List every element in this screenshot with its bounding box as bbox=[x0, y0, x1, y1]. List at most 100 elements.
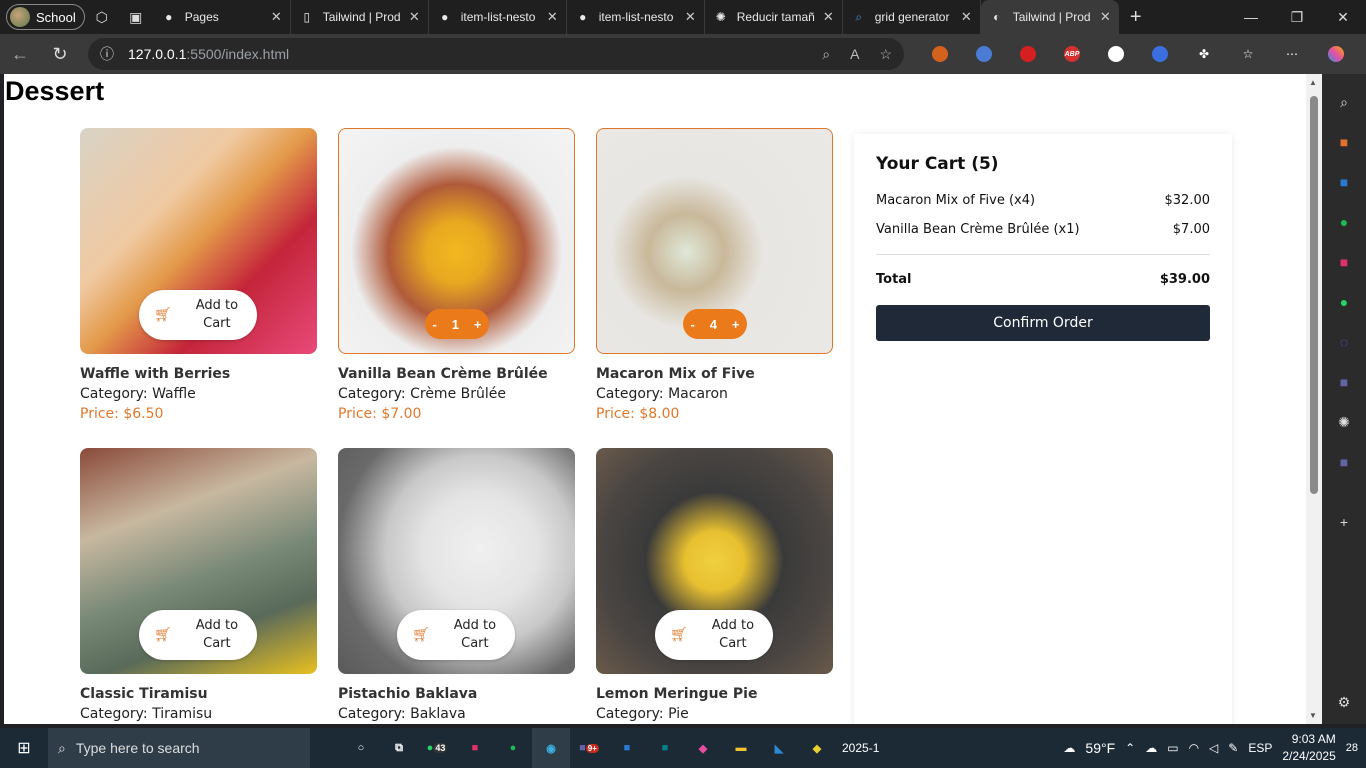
notification-badge[interactable]: 28 bbox=[1346, 742, 1358, 754]
windows-start-icon[interactable]: ⊞ bbox=[0, 738, 48, 758]
tab-actions-icon[interactable]: ▣ bbox=[119, 0, 153, 34]
address-bar[interactable]: ⓘ 127.0.0.1:5500/index.html ⌕ A ☆ bbox=[88, 38, 904, 70]
whatsapp-taskbar-icon[interactable]: ● 43 bbox=[418, 728, 456, 768]
page-scrollbar[interactable]: ▲ ▼ bbox=[1306, 74, 1322, 724]
tab-pages[interactable]: ● Pages ✕ bbox=[153, 0, 291, 34]
add-icon[interactable]: + bbox=[1329, 502, 1359, 542]
increment-button[interactable]: + bbox=[474, 317, 482, 332]
close-tab-icon[interactable]: ✕ bbox=[1100, 9, 1111, 25]
quantity-stepper[interactable]: - 4 + bbox=[683, 309, 747, 339]
read-aloud-icon[interactable]: A bbox=[850, 46, 859, 63]
add-to-cart-button[interactable]: 🛒︎ Add to Cart bbox=[139, 610, 257, 660]
close-tab-icon[interactable]: ✕ bbox=[547, 9, 558, 25]
search-icon[interactable]: ⌕ bbox=[1329, 82, 1359, 122]
onedrive-icon[interactable]: ☁ bbox=[1145, 741, 1157, 755]
file-explorer-icon[interactable]: ▬ bbox=[722, 728, 760, 768]
extension-3-icon[interactable] bbox=[1006, 38, 1050, 70]
add-to-cart-button[interactable]: 🛒︎ Add to Cart bbox=[139, 290, 257, 340]
whatsapp-icon[interactable]: ● bbox=[1329, 282, 1359, 322]
extension-icon[interactable]: ◌ bbox=[1329, 322, 1359, 362]
add-to-cart-button[interactable]: 🛒︎ Add to Cart bbox=[655, 610, 773, 660]
wifi-icon[interactable]: ◠ bbox=[1189, 741, 1199, 755]
extension-1-icon[interactable] bbox=[918, 38, 962, 70]
teams-icon[interactable]: ■ bbox=[1329, 442, 1359, 482]
cart-item: Macaron Mix of Five (x4) $32.00 bbox=[876, 193, 1210, 208]
tools-icon[interactable]: ■ bbox=[1329, 122, 1359, 162]
page-content: Dessert 🛒︎ Add to Cart Waffle with Berrie… bbox=[4, 74, 1306, 724]
git-icon[interactable]: ◆ bbox=[798, 728, 836, 768]
clock[interactable]: 9:03 AM 2/24/2025 bbox=[1282, 731, 1335, 765]
scroll-thumb[interactable] bbox=[1310, 96, 1318, 494]
minimize-icon[interactable]: — bbox=[1228, 9, 1274, 26]
workspaces-icon[interactable]: ⬡ bbox=[85, 0, 119, 34]
teams-taskbar-icon[interactable]: ■ 9+ bbox=[570, 728, 608, 768]
scroll-up-icon[interactable]: ▲ bbox=[1309, 78, 1317, 87]
vscode-icon[interactable]: ◣ bbox=[760, 728, 798, 768]
tab-grid-generator[interactable]: ⌕ grid generator ✕ bbox=[843, 0, 981, 34]
decrement-button[interactable]: - bbox=[432, 317, 436, 332]
back-icon[interactable]: ← bbox=[0, 44, 40, 65]
close-tab-icon[interactable]: ✕ bbox=[961, 9, 972, 25]
battery-icon[interactable]: ▭ bbox=[1167, 741, 1178, 755]
windows-taskbar: ⊞ ⌕ Type here to search ○ ⧉ ● 43 ■ ● ◉ ■ 9… bbox=[0, 728, 1366, 768]
copilot-taskbar-icon[interactable]: ◆ bbox=[684, 728, 722, 768]
language-indicator[interactable]: ESP bbox=[1248, 741, 1272, 755]
favorites-icon[interactable]: ☆ bbox=[1226, 38, 1270, 70]
close-tab-icon[interactable]: ✕ bbox=[409, 9, 420, 25]
settings-icon[interactable]: ⚙ bbox=[1329, 682, 1359, 722]
favorite-star-icon[interactable]: ☆ bbox=[879, 46, 892, 63]
instagram-taskbar-icon[interactable]: ■ bbox=[456, 728, 494, 768]
product-category: Category: Tiramisu bbox=[80, 706, 213, 722]
spotify-icon[interactable]: ● bbox=[1329, 202, 1359, 242]
close-window-icon[interactable]: ✕ bbox=[1320, 9, 1366, 26]
tab-tailwind-active[interactable]: ◐ Tailwind | Prod ✕ bbox=[980, 0, 1119, 34]
quantity-stepper[interactable]: - 1 + bbox=[425, 309, 489, 339]
teams-icon[interactable]: ■ bbox=[1329, 362, 1359, 402]
info-icon[interactable]: ⓘ bbox=[100, 44, 114, 64]
cortana-icon[interactable]: ○ bbox=[342, 728, 380, 768]
close-tab-icon[interactable]: ✕ bbox=[685, 9, 696, 25]
profile-button[interactable]: School bbox=[6, 4, 85, 30]
folder-label[interactable]: 2025-1 bbox=[836, 728, 885, 768]
chevron-up-icon[interactable]: ⌃ bbox=[1125, 741, 1135, 755]
confirm-order-button[interactable]: Confirm Order bbox=[876, 305, 1210, 341]
copilot-icon[interactable] bbox=[1314, 38, 1358, 70]
extension-5-icon[interactable] bbox=[1094, 38, 1138, 70]
volume-icon[interactable]: ◁ bbox=[1209, 741, 1218, 755]
scroll-down-icon[interactable]: ▼ bbox=[1309, 711, 1317, 720]
edge-taskbar-icon[interactable]: ◉ bbox=[532, 728, 570, 768]
close-tab-icon[interactable]: ✕ bbox=[271, 9, 282, 25]
globe-icon: ◐ bbox=[993, 10, 1001, 24]
restore-icon[interactable]: ❐ bbox=[1274, 9, 1320, 26]
edge-sidebar: ⌕ ■ ■ ● ■ ● ◌ ■ ✺ ■ + ⚙ bbox=[1322, 74, 1366, 724]
task-view-icon[interactable]: ⧉ bbox=[380, 728, 418, 768]
tab-tailwind[interactable]: ▯ Tailwind | Prod ✕ bbox=[291, 0, 429, 34]
close-tab-icon[interactable]: ✕ bbox=[823, 9, 834, 25]
sharepoint-taskbar-icon[interactable]: ■ bbox=[646, 728, 684, 768]
chatgpt-icon[interactable]: ✺ bbox=[1329, 402, 1359, 442]
increment-button[interactable]: + bbox=[732, 317, 740, 332]
adblock-icon[interactable]: ABP bbox=[1050, 38, 1094, 70]
taskbar-search[interactable]: ⌕ Type here to search bbox=[48, 728, 310, 768]
new-tab-button[interactable]: + bbox=[1119, 6, 1153, 29]
extension-6-icon[interactable] bbox=[1138, 38, 1182, 70]
tab-item-list-2[interactable]: ● item-list-nesto ✕ bbox=[567, 0, 705, 34]
weather-icon[interactable]: ☁ bbox=[1063, 741, 1075, 755]
tab-item-list-1[interactable]: ● item-list-nesto ✕ bbox=[429, 0, 567, 34]
outlook-icon[interactable]: ■ bbox=[1329, 162, 1359, 202]
cart-total: Total $39.00 bbox=[876, 272, 1210, 287]
extension-2-icon[interactable] bbox=[962, 38, 1006, 70]
url-text: 127.0.0.1:5500/index.html bbox=[128, 46, 290, 62]
product-card: 🛒︎ Add to Cart Waffle with Berries Catego… bbox=[80, 128, 317, 422]
pen-icon[interactable]: ✎ bbox=[1228, 741, 1238, 755]
refresh-icon[interactable]: ↻ bbox=[40, 44, 80, 65]
menu-icon[interactable]: ⋯ bbox=[1270, 38, 1314, 70]
tab-reducir[interactable]: ✺ Reducir tamañ ✕ bbox=[705, 0, 843, 34]
extensions-puzzle-icon[interactable]: ✤ bbox=[1182, 38, 1226, 70]
decrement-button[interactable]: - bbox=[690, 317, 694, 332]
spotify-taskbar-icon[interactable]: ● bbox=[494, 728, 532, 768]
add-to-cart-button[interactable]: 🛒︎ Add to Cart bbox=[397, 610, 515, 660]
instagram-icon[interactable]: ■ bbox=[1329, 242, 1359, 282]
outlook-taskbar-icon[interactable]: ■ bbox=[608, 728, 646, 768]
zoom-icon[interactable]: ⌕ bbox=[822, 46, 830, 63]
